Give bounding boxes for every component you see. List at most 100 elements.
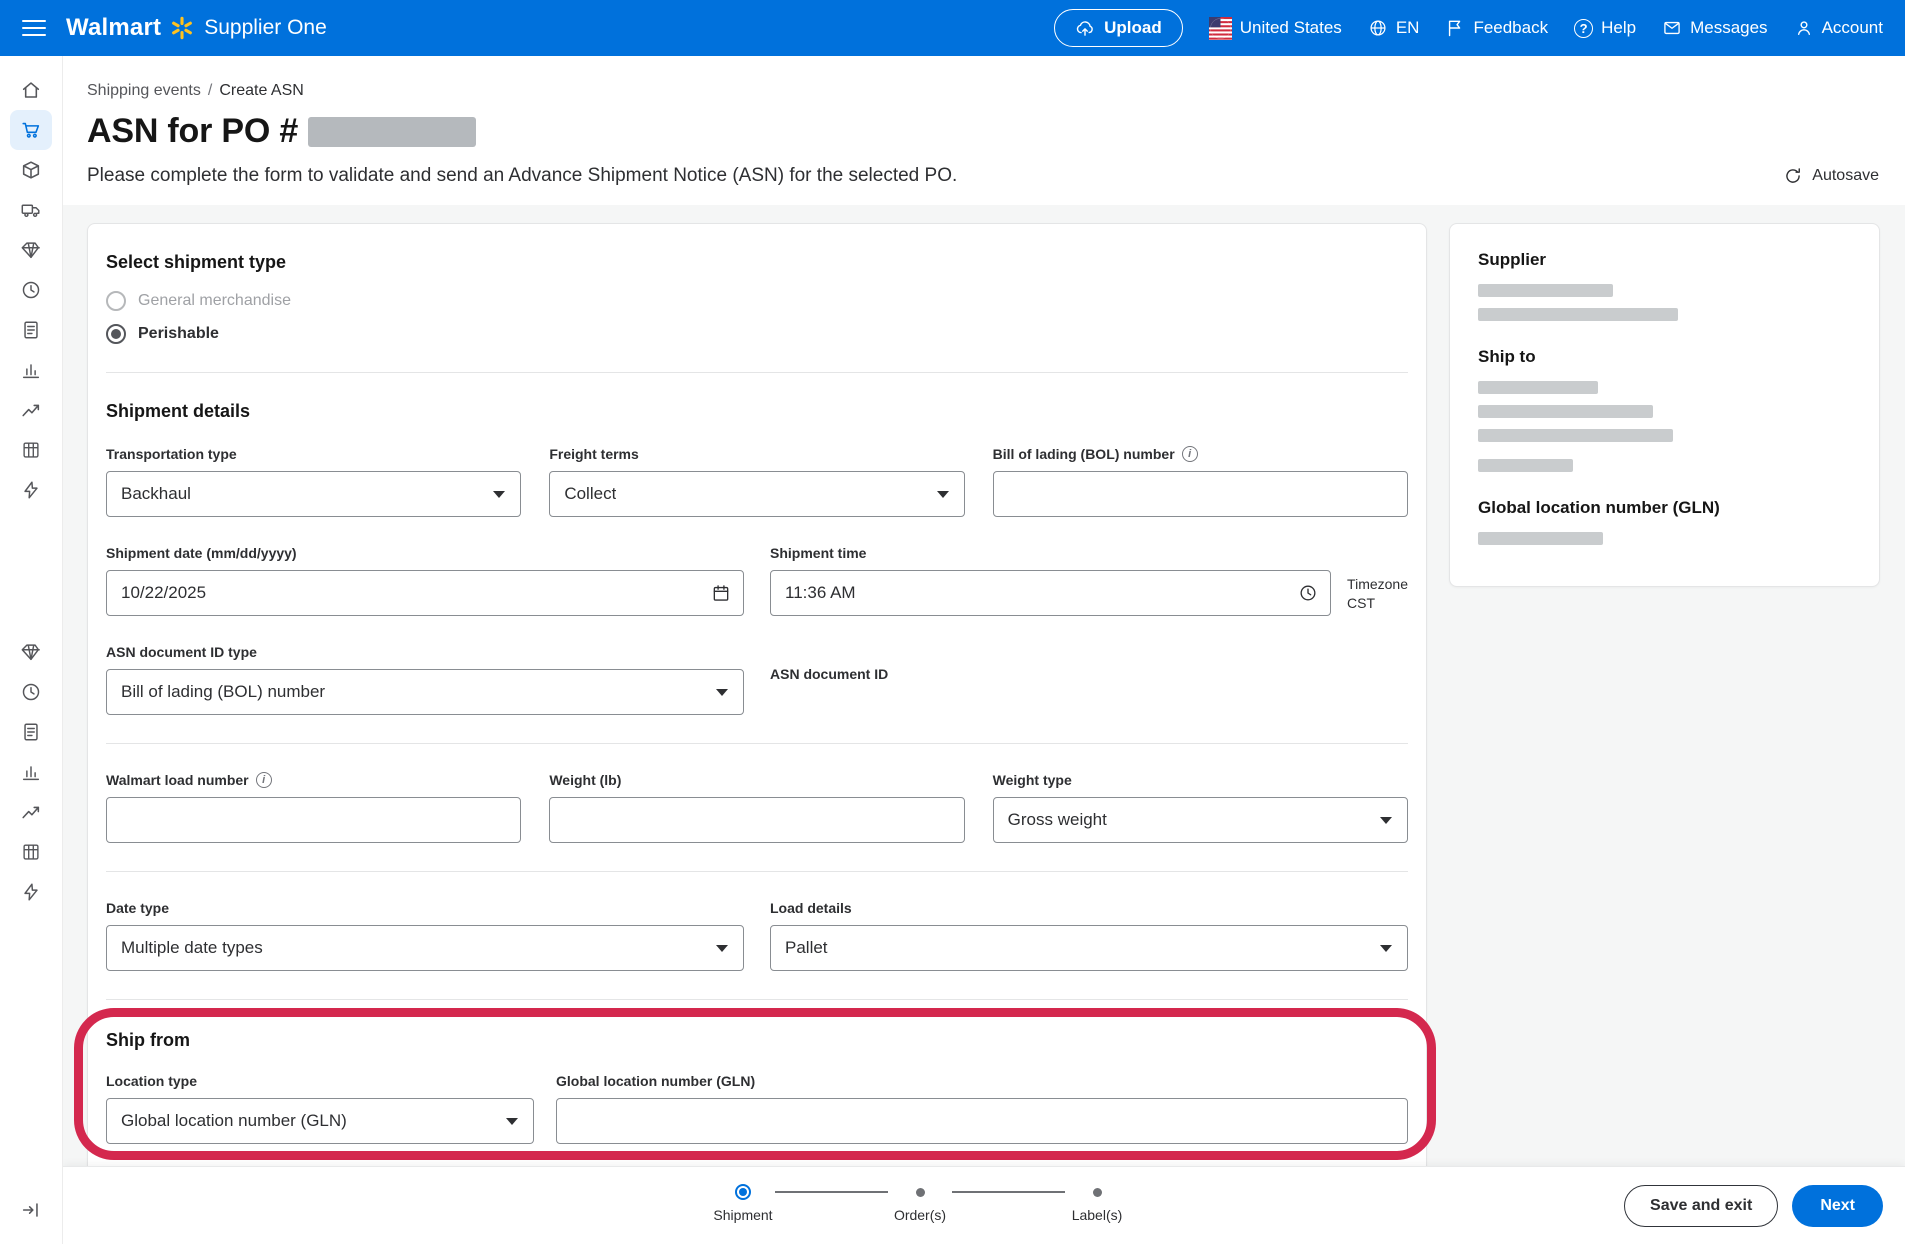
date-type-select[interactable]: Multiple date types — [106, 925, 744, 971]
ship-to-line-redacted — [1478, 459, 1573, 472]
location-type-select[interactable]: Global location number (GLN) — [106, 1098, 534, 1144]
sidebar-item-growth[interactable] — [10, 390, 52, 430]
chevron-down-icon — [493, 491, 505, 498]
brand-wordmark: Walmart — [66, 14, 161, 42]
info-icon[interactable]: i — [1182, 446, 1198, 462]
timezone-info: Timezone CST — [1347, 545, 1408, 616]
radio-circle-selected — [106, 324, 126, 344]
chevron-down-icon — [937, 491, 949, 498]
clock-icon[interactable] — [1298, 583, 1318, 603]
left-sidebar — [0, 56, 63, 1244]
ship-to-line-redacted — [1478, 429, 1673, 442]
radio-general-merchandise[interactable]: General merchandise — [106, 291, 1408, 311]
sidebar-item-quick-actions-2[interactable] — [10, 872, 52, 912]
load-details-select[interactable]: Pallet — [770, 925, 1408, 971]
content-area: Select shipment type General merchandise… — [63, 205, 1905, 1166]
account-menu[interactable]: Account — [1794, 18, 1883, 38]
asn-doc-type-select[interactable]: Bill of lading (BOL) number — [106, 669, 744, 715]
radio-perishable[interactable]: Perishable — [106, 324, 1408, 344]
transportation-type-select[interactable]: Backhaul — [106, 471, 521, 517]
asn-form-card: Select shipment type General merchandise… — [87, 223, 1427, 1166]
topbar-actions: Upload United States EN Feedback ? Help … — [1054, 9, 1883, 47]
product-name: Supplier One — [204, 16, 327, 40]
trend-icon — [20, 399, 42, 421]
lightning-icon — [20, 479, 42, 501]
sidebar-item-home[interactable] — [10, 70, 52, 110]
help-link[interactable]: ? Help — [1574, 18, 1636, 38]
document-icon — [20, 319, 42, 341]
date-type-field: Date type Multiple date types — [106, 900, 744, 971]
sidebar-item-quick-actions[interactable] — [10, 470, 52, 510]
upload-button[interactable]: Upload — [1054, 9, 1183, 47]
feedback-link[interactable]: Feedback — [1445, 18, 1548, 38]
bol-number-field: Bill of lading (BOL) number i — [993, 446, 1408, 517]
hamburger-menu-icon[interactable] — [22, 20, 46, 36]
sidebar-item-reports-2[interactable] — [10, 752, 52, 792]
envelope-icon — [1662, 18, 1682, 38]
page-title: ASN for PO # — [87, 112, 298, 151]
next-button[interactable]: Next — [1792, 1185, 1883, 1227]
bol-number-input[interactable] — [993, 471, 1408, 517]
sidebar-item-reports[interactable] — [10, 350, 52, 390]
walmart-load-number-input[interactable] — [106, 797, 521, 843]
sidebar-item-apps-2[interactable] — [10, 832, 52, 872]
sidebar-item-transport[interactable] — [10, 190, 52, 230]
breadcrumb-create-asn: Create ASN — [219, 82, 303, 99]
step-connector — [775, 1191, 888, 1193]
shipment-details-heading: Shipment details — [106, 401, 1408, 422]
info-icon[interactable]: i — [256, 772, 272, 788]
sidebar-item-history[interactable] — [10, 270, 52, 310]
truck-icon — [20, 199, 42, 221]
shipment-time-input[interactable]: 11:36 AM — [770, 570, 1331, 616]
breadcrumb-shipping-events[interactable]: Shipping events — [87, 82, 201, 99]
calendar-icon[interactable] — [711, 583, 731, 603]
sidebar-item-growth-2[interactable] — [10, 792, 52, 832]
supplier-id-redacted — [1478, 308, 1678, 321]
sidebar-item-items[interactable] — [10, 150, 52, 190]
weight-input[interactable] — [549, 797, 964, 843]
gln-field: Global location number (GLN) — [556, 1073, 1408, 1144]
supplier-heading: Supplier — [1478, 250, 1851, 270]
step-dot-active — [735, 1184, 751, 1200]
shipment-date-input[interactable]: 10/22/2025 — [106, 570, 744, 616]
gem-icon — [20, 641, 42, 663]
freight-terms-select[interactable]: Collect — [549, 471, 964, 517]
step-labels[interactable]: Label(s) — [1065, 1184, 1129, 1223]
person-icon — [1794, 18, 1814, 38]
chevron-down-icon — [506, 1118, 518, 1125]
sidebar-collapse-toggle[interactable] — [10, 1190, 52, 1230]
bar-chart-icon — [20, 359, 42, 381]
breadcrumb: Shipping events/Create ASN — [87, 82, 1881, 100]
sidebar-item-history-2[interactable] — [10, 672, 52, 712]
gln-input[interactable] — [556, 1098, 1408, 1144]
grid-icon — [20, 439, 42, 461]
sidebar-item-documents-2[interactable] — [10, 712, 52, 752]
bar-chart-icon — [20, 761, 42, 783]
ship-from-heading: Ship from — [106, 1030, 1408, 1051]
us-flag-icon — [1209, 17, 1232, 40]
shipment-time-field: Shipment time 11:36 AM — [770, 545, 1331, 616]
sidebar-item-shipping-events[interactable] — [10, 110, 52, 150]
wizard-stepper: Shipment Order(s) Label(s) — [711, 1184, 1129, 1223]
walmart-spark-icon — [170, 16, 194, 40]
divider — [106, 372, 1408, 373]
messages-link[interactable]: Messages — [1662, 18, 1767, 38]
sidebar-item-promotions[interactable] — [10, 230, 52, 270]
ship-from-section: Ship from Location type Global location … — [106, 1030, 1408, 1144]
autosave-button[interactable]: Autosave — [1783, 166, 1879, 186]
step-orders[interactable]: Order(s) — [888, 1184, 952, 1223]
wizard-footer: Shipment Order(s) Label(s) Save and exit… — [63, 1166, 1905, 1244]
po-number-redacted — [308, 117, 476, 147]
sidebar-item-documents[interactable] — [10, 310, 52, 350]
help-icon: ? — [1574, 19, 1593, 38]
weight-type-select[interactable]: Gross weight — [993, 797, 1408, 843]
sidebar-item-apps[interactable] — [10, 430, 52, 470]
save-and-exit-button[interactable]: Save and exit — [1624, 1185, 1778, 1227]
box-icon — [20, 159, 42, 181]
gem-icon — [20, 239, 42, 261]
language-selector[interactable]: EN — [1368, 18, 1420, 38]
country-selector[interactable]: United States — [1209, 17, 1342, 40]
brand-logo[interactable]: Walmart Supplier One — [66, 14, 327, 42]
sidebar-item-promotions-2[interactable] — [10, 632, 52, 672]
step-shipment[interactable]: Shipment — [711, 1184, 775, 1223]
